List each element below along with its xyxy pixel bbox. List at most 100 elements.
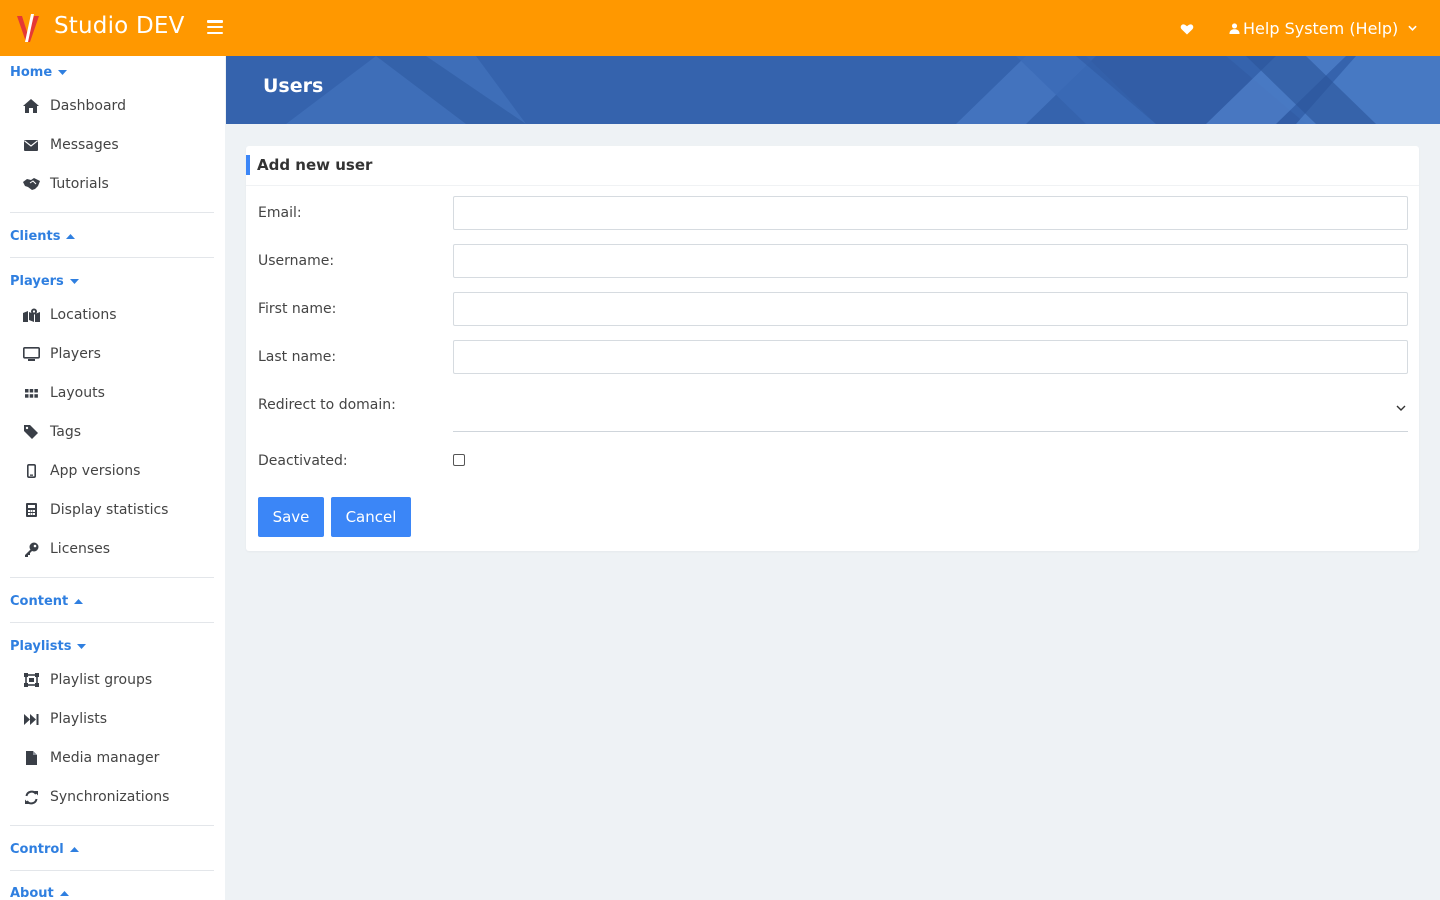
sidebar-section-control[interactable]: Control bbox=[10, 842, 79, 857]
menu-toggle-icon[interactable] bbox=[207, 20, 223, 35]
sidebar-divider bbox=[10, 577, 214, 578]
sidebar-divider bbox=[10, 212, 214, 213]
cancel-button[interactable]: Cancel bbox=[331, 497, 411, 537]
caret-up-icon bbox=[66, 234, 76, 239]
redirect-domain-select[interactable] bbox=[453, 386, 1408, 432]
sidebar-section-label: Clients bbox=[10, 229, 61, 244]
sidebar-item-label: Players bbox=[50, 346, 101, 362]
sidebar-section-label: Control bbox=[10, 842, 64, 857]
sidebar-item-label: Playlists bbox=[50, 711, 108, 727]
sidebar-section-label: Players bbox=[10, 274, 64, 289]
sidebar-item-tags[interactable]: Tags bbox=[22, 421, 81, 443]
sidebar-divider bbox=[10, 257, 214, 258]
caret-down-icon bbox=[77, 644, 87, 649]
sidebar-item-app-versions[interactable]: App versions bbox=[22, 460, 140, 482]
card-header-accent bbox=[246, 155, 250, 175]
favorites-heart-icon[interactable] bbox=[1180, 22, 1194, 36]
sidebar-item-dashboard[interactable]: Dashboard bbox=[22, 95, 126, 117]
sidebar-item-playlist-groups[interactable]: Playlist groups bbox=[22, 669, 152, 691]
caret-down-icon bbox=[69, 279, 79, 284]
chevron-down-icon bbox=[1396, 405, 1406, 411]
sidebar-divider bbox=[10, 870, 214, 871]
sidebar-section-clients[interactable]: Clients bbox=[10, 229, 76, 244]
sidebar-item-label: Locations bbox=[50, 307, 117, 323]
sidebar-item-label: Dashboard bbox=[50, 98, 126, 114]
sync-icon bbox=[22, 788, 40, 806]
key-icon bbox=[22, 540, 40, 558]
mobile-phone-icon bbox=[22, 462, 40, 480]
sidebar-section-home[interactable]: Home bbox=[10, 65, 68, 80]
sidebar-item-media-manager[interactable]: Media manager bbox=[22, 747, 159, 769]
page-banner: Users bbox=[226, 56, 1440, 124]
sidebar-item-layouts[interactable]: Layouts bbox=[22, 382, 105, 404]
redirect-domain-label: Redirect to domain: bbox=[258, 397, 396, 413]
sidebar-divider bbox=[10, 622, 214, 623]
sidebar-item-label: Tags bbox=[50, 424, 81, 440]
sidebar-section-players[interactable]: Players bbox=[10, 274, 79, 289]
user-icon bbox=[1229, 22, 1240, 34]
caret-up-icon bbox=[59, 891, 69, 896]
sidebar-item-messages[interactable]: Messages bbox=[22, 134, 119, 156]
sidebar-section-playlists[interactable]: Playlists bbox=[10, 639, 87, 654]
calculator-icon bbox=[22, 501, 40, 519]
add-user-card: Add new user Email: Username: First name… bbox=[246, 146, 1419, 551]
chevron-down-icon bbox=[1408, 25, 1417, 31]
sidebar-item-label: Licenses bbox=[50, 541, 111, 557]
sidebar-item-label: App versions bbox=[50, 463, 141, 479]
username-field[interactable] bbox=[453, 244, 1408, 278]
app-logo-icon[interactable] bbox=[14, 12, 42, 44]
monitor-icon bbox=[22, 345, 40, 363]
deactivated-label: Deactivated: bbox=[258, 453, 348, 469]
sidebar-item-locations[interactable]: Locations bbox=[22, 304, 117, 326]
sidebar-item-playlists[interactable]: Playlists bbox=[22, 708, 107, 730]
sidebar-section-label: Content bbox=[10, 594, 69, 609]
sidebar-item-label: Layouts bbox=[50, 385, 105, 401]
user-menu[interactable]: Help System (Help) bbox=[1229, 17, 1420, 39]
envelope-icon bbox=[22, 136, 40, 154]
username-label: Username: bbox=[258, 253, 335, 269]
sidebar-item-label: Playlist groups bbox=[50, 672, 153, 688]
card-title: Add new user bbox=[257, 156, 373, 174]
save-button[interactable]: Save bbox=[258, 497, 324, 537]
sidebar-section-about[interactable]: About bbox=[10, 886, 69, 900]
handshake-icon bbox=[22, 175, 40, 193]
sidebar: Home Dashboard Messages Tutorials Client… bbox=[0, 56, 225, 900]
card-header: Add new user bbox=[246, 146, 1419, 186]
object-group-icon bbox=[22, 671, 40, 689]
caret-down-icon bbox=[58, 70, 68, 75]
tag-icon bbox=[22, 423, 40, 441]
sidebar-item-label: Messages bbox=[50, 137, 119, 153]
sidebar-section-content[interactable]: Content bbox=[10, 594, 84, 609]
app-title[interactable]: Studio DEV bbox=[54, 13, 185, 39]
email-label: Email: bbox=[258, 205, 302, 221]
last-name-label: Last name: bbox=[258, 349, 337, 365]
sidebar-item-label: Media manager bbox=[50, 750, 160, 766]
email-field[interactable] bbox=[453, 196, 1408, 230]
sidebar-section-label: Home bbox=[10, 65, 53, 80]
sidebar-item-label: Synchronizations bbox=[50, 789, 170, 805]
grid-dots-icon bbox=[22, 384, 40, 402]
deactivated-checkbox[interactable] bbox=[453, 454, 465, 466]
caret-up-icon bbox=[74, 599, 84, 604]
sidebar-divider bbox=[10, 825, 214, 826]
sidebar-section-label: Playlists bbox=[10, 639, 72, 654]
first-name-field[interactable] bbox=[453, 292, 1408, 326]
sidebar-section-label: About bbox=[10, 886, 54, 900]
file-icon bbox=[22, 749, 40, 767]
banner-background-pattern bbox=[286, 56, 1440, 124]
sidebar-item-synchronizations[interactable]: Synchronizations bbox=[22, 786, 169, 808]
caret-up-icon bbox=[69, 847, 79, 852]
sidebar-item-label: Display statistics bbox=[50, 502, 169, 518]
top-bar: Studio DEV Help System (Help) bbox=[0, 0, 1440, 56]
fast-forward-icon bbox=[22, 710, 40, 728]
sidebar-item-licenses[interactable]: Licenses bbox=[22, 538, 110, 560]
page-title: Users bbox=[263, 75, 324, 97]
first-name-label: First name: bbox=[258, 301, 337, 317]
last-name-field[interactable] bbox=[453, 340, 1408, 374]
home-icon bbox=[22, 97, 40, 115]
sidebar-item-players[interactable]: Players bbox=[22, 343, 101, 365]
sidebar-item-tutorials[interactable]: Tutorials bbox=[22, 173, 109, 195]
user-menu-label: Help System (Help) bbox=[1243, 18, 1399, 38]
map-marker-icon bbox=[22, 306, 40, 324]
sidebar-item-display-statistics[interactable]: Display statistics bbox=[22, 499, 168, 521]
